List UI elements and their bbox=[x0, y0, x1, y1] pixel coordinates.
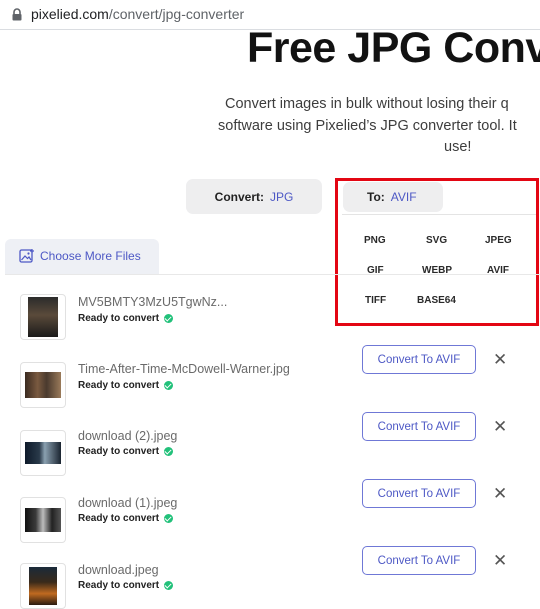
close-icon[interactable]: ✕ bbox=[493, 552, 507, 569]
lock-icon bbox=[12, 8, 22, 21]
url-domain: pixelied.com bbox=[31, 6, 109, 22]
photo-image bbox=[25, 372, 61, 398]
convert-from-value: JPG bbox=[270, 189, 294, 204]
choose-more-files-button[interactable]: Choose More Files bbox=[5, 239, 159, 274]
close-icon[interactable]: ✕ bbox=[493, 485, 507, 502]
file-name: download (2).jpeg bbox=[78, 429, 178, 443]
convert-from-selector[interactable]: Convert: JPG bbox=[186, 179, 322, 214]
poster-image bbox=[29, 567, 57, 605]
subtitle-line-3: use! bbox=[444, 139, 472, 155]
file-status: Ready to convert bbox=[78, 513, 174, 524]
file-status-text: Ready to convert bbox=[78, 446, 160, 457]
convert-to-avif-button[interactable]: Convert To AVIF bbox=[362, 345, 476, 374]
file-status: Ready to convert bbox=[78, 580, 174, 591]
file-status: Ready to convert bbox=[78, 380, 174, 391]
check-circle-icon bbox=[164, 514, 174, 523]
check-circle-icon bbox=[164, 447, 174, 456]
check-circle-icon bbox=[164, 581, 174, 590]
file-thumbnail bbox=[20, 497, 66, 543]
highlight-box bbox=[335, 178, 539, 326]
file-thumbnail bbox=[20, 294, 66, 340]
page-title: Free JPG Conv bbox=[247, 24, 540, 72]
file-status: Ready to convert bbox=[78, 446, 174, 457]
file-thumbnail bbox=[20, 563, 66, 609]
file-thumbnail bbox=[20, 430, 66, 476]
file-status-text: Ready to convert bbox=[78, 580, 160, 591]
convert-to-avif-button[interactable]: Convert To AVIF bbox=[362, 546, 476, 575]
check-circle-icon bbox=[164, 314, 174, 323]
file-status-text: Ready to convert bbox=[78, 380, 160, 391]
file-status-text: Ready to convert bbox=[78, 513, 160, 524]
file-name: download.jpeg bbox=[78, 563, 159, 577]
subtitle-line-2: software using Pixelied’s JPG converter … bbox=[218, 118, 517, 134]
file-name: Time-After-Time-McDowell-Warner.jpg bbox=[78, 362, 290, 376]
close-icon[interactable]: ✕ bbox=[493, 351, 507, 368]
file-status-text: Ready to convert bbox=[78, 313, 160, 324]
divider bbox=[5, 274, 540, 275]
photo-image bbox=[25, 442, 61, 464]
image-upload-icon bbox=[19, 248, 35, 264]
url-text[interactable]: pixelied.com/convert/jpg-converter bbox=[31, 6, 244, 22]
close-icon[interactable]: ✕ bbox=[493, 418, 507, 435]
poster-image bbox=[28, 297, 58, 337]
file-status: Ready to convert bbox=[78, 313, 174, 324]
file-thumbnail bbox=[20, 362, 66, 408]
choose-more-files-label: Choose More Files bbox=[40, 249, 141, 263]
file-name: MV5BMTY3MzU5TgwNz... bbox=[78, 295, 228, 309]
check-circle-icon bbox=[164, 381, 174, 390]
convert-from-label: Convert: bbox=[214, 189, 264, 204]
url-path: /convert/jpg-converter bbox=[108, 6, 245, 22]
file-name: download (1).jpeg bbox=[78, 496, 178, 510]
subtitle-line-1: Convert images in bulk without losing th… bbox=[225, 96, 509, 112]
convert-to-avif-button[interactable]: Convert To AVIF bbox=[362, 412, 476, 441]
photo-image bbox=[25, 508, 61, 532]
convert-to-avif-button[interactable]: Convert To AVIF bbox=[362, 479, 476, 508]
